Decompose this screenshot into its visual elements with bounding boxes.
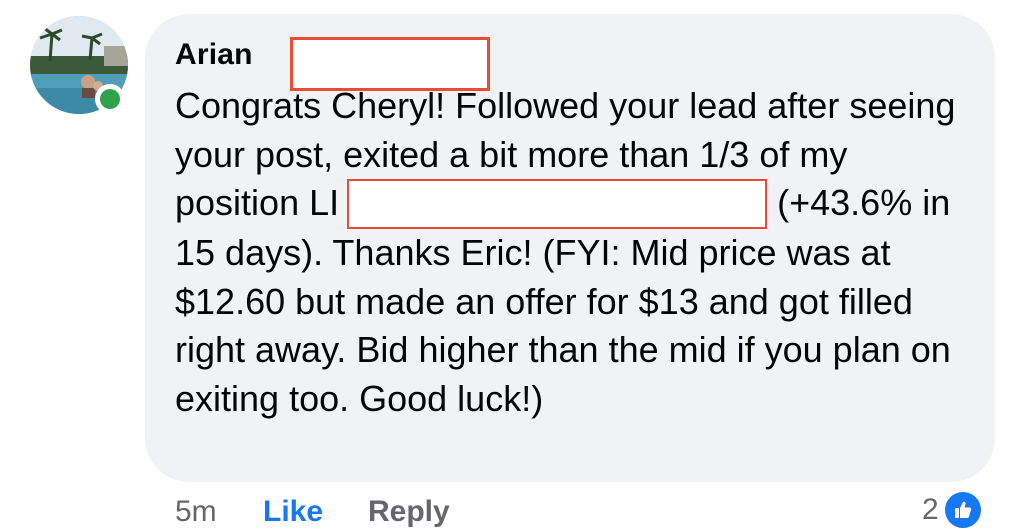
- thumbs-up-icon: [942, 490, 983, 529]
- comment-timestamp[interactable]: 5m: [175, 495, 263, 529]
- like-button[interactable]: Like: [263, 495, 368, 529]
- redacted-ticker-box: [347, 179, 768, 229]
- reaction-summary[interactable]: 2: [922, 490, 983, 529]
- author-row: Arian: [175, 32, 490, 91]
- online-status-indicator: [95, 84, 125, 114]
- comment-actions: 5m Like Reply: [175, 495, 450, 529]
- comment-bubble: Arian Congrats Cheryl! Followed your lea…: [145, 14, 995, 482]
- reaction-count: 2: [922, 493, 939, 526]
- author-name[interactable]: Arian: [175, 38, 253, 72]
- reply-button[interactable]: Reply: [368, 495, 450, 529]
- comment-container: Arian Congrats Cheryl! Followed your lea…: [0, 0, 1024, 529]
- comment-text: Congrats Cheryl! Followed your lead afte…: [175, 82, 975, 423]
